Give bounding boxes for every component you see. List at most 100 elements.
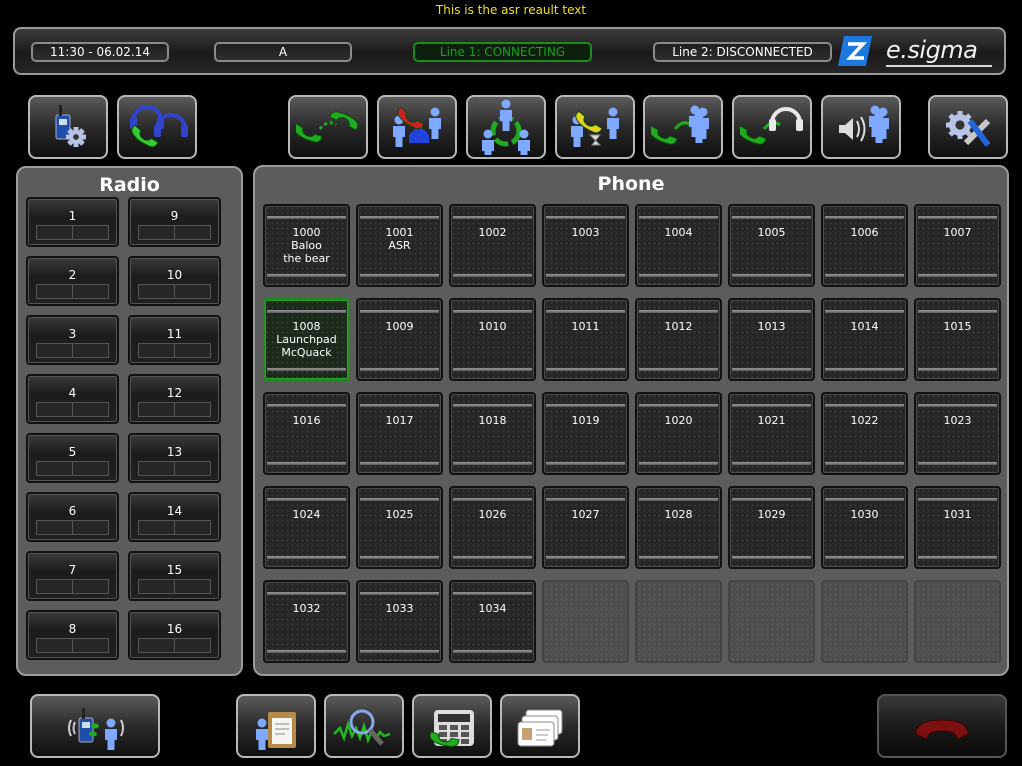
phone-contact-button[interactable]: 1015 xyxy=(914,298,1001,381)
radio-channel-button[interactable]: 15 xyxy=(128,551,221,601)
asr-result-text: This is the asr reault text xyxy=(435,3,587,17)
phone-contact-button[interactable]: 1007 xyxy=(914,204,1001,287)
radio-channel-button[interactable]: 4 xyxy=(26,374,119,424)
phone-empty-slot xyxy=(914,580,1001,663)
phone-contact-button[interactable]: 1020 xyxy=(635,392,722,475)
phone-contact-button[interactable]: 1026 xyxy=(449,486,536,569)
radio-channel-indicator xyxy=(72,284,109,299)
settings-tools-button[interactable] xyxy=(928,95,1008,159)
phone-contact-button[interactable]: 1028 xyxy=(635,486,722,569)
radio-channel-indicator xyxy=(36,579,73,594)
radio-channel-button[interactable]: 6 xyxy=(26,492,119,542)
phone-contact-button[interactable]: 1012 xyxy=(635,298,722,381)
line-a-status[interactable]: A xyxy=(214,42,352,62)
radio-to-person-button[interactable] xyxy=(30,694,160,758)
phone-contact-label: 1027 xyxy=(571,508,600,521)
contact-cards-button[interactable] xyxy=(500,694,580,758)
headset-transfer-icon xyxy=(740,107,803,145)
phone-contact-button[interactable]: 1023 xyxy=(914,392,1001,475)
phone-contact-button[interactable]: 1008 Launchpad McQuack xyxy=(263,298,350,381)
line1-status[interactable]: Line 1: CONNECTING xyxy=(413,42,592,62)
phone-contact-button[interactable]: 1011 xyxy=(542,298,629,381)
phone-contact-button[interactable]: 1013 xyxy=(728,298,815,381)
phone-contact-button[interactable]: 1029 xyxy=(728,486,815,569)
phone-contact-label: 1015 xyxy=(943,320,972,333)
radio-channel-indicator xyxy=(36,225,73,240)
phone-contact-button[interactable]: 1016 xyxy=(263,392,350,475)
phone-contact-button[interactable]: 1017 xyxy=(356,392,443,475)
radio-channel-button[interactable]: 12 xyxy=(128,374,221,424)
headset-call-button[interactable] xyxy=(117,95,197,159)
radio-settings-button[interactable] xyxy=(28,95,108,159)
phone-contact-button[interactable]: 1025 xyxy=(356,486,443,569)
phone-contact-button[interactable]: 1009 xyxy=(356,298,443,381)
datetime-display: 11:30 - 06.02.14 xyxy=(31,42,169,62)
phone-contact-button[interactable]: 1022 xyxy=(821,392,908,475)
radio-channel-indicator xyxy=(36,461,73,476)
broadcast-speaker-button[interactable] xyxy=(821,95,901,159)
radio-channel-label: 5 xyxy=(68,445,77,459)
broadcast-speaker-icon xyxy=(839,105,889,143)
phone-contact-button[interactable]: 1005 xyxy=(728,204,815,287)
police-alert-call-button[interactable] xyxy=(377,95,457,159)
radio-channel-indicator xyxy=(36,284,73,299)
headset-transfer-button[interactable] xyxy=(732,95,812,159)
phone-contact-button[interactable]: 1027 xyxy=(542,486,629,569)
phone-contact-button[interactable]: 1003 xyxy=(542,204,629,287)
phone-contact-label: 1025 xyxy=(385,508,414,521)
phone-contact-label: 1006 xyxy=(850,226,879,239)
hold-wait-button[interactable] xyxy=(555,95,635,159)
phone-contact-label: 1000 Baloo the bear xyxy=(283,226,330,265)
phone-contact-button[interactable]: 1021 xyxy=(728,392,815,475)
phone-contact-button[interactable]: 1019 xyxy=(542,392,629,475)
phone-contact-button[interactable]: 1031 xyxy=(914,486,1001,569)
radio-channel-button[interactable]: 10 xyxy=(128,256,221,306)
esigma-logo-icon xyxy=(838,36,872,66)
phone-contact-label: 1002 xyxy=(478,226,507,239)
phone-contact-button[interactable]: 1034 xyxy=(449,580,536,663)
phone-contact-button[interactable]: 1010 xyxy=(449,298,536,381)
phone-contact-button[interactable]: 1018 xyxy=(449,392,536,475)
phone-contact-button[interactable]: 1024 xyxy=(263,486,350,569)
radio-channel-button[interactable]: 14 xyxy=(128,492,221,542)
radio-channel-button[interactable]: 3 xyxy=(26,315,119,365)
phone-contact-button[interactable]: 1030 xyxy=(821,486,908,569)
phone-contact-label: 1023 xyxy=(943,414,972,427)
clipboard-person-button[interactable] xyxy=(236,694,316,758)
radio-channel-button[interactable]: 8 xyxy=(26,610,119,660)
phone-contact-button[interactable]: 1000 Baloo the bear xyxy=(263,204,350,287)
radio-channel-button[interactable]: 11 xyxy=(128,315,221,365)
audio-search-button[interactable] xyxy=(324,694,404,758)
headset-call-icon xyxy=(130,105,188,148)
phone-contact-button[interactable]: 1001 ASR xyxy=(356,204,443,287)
call-button[interactable] xyxy=(288,95,368,159)
radio-channel-label: 7 xyxy=(68,563,77,577)
radio-channel-button[interactable]: 9 xyxy=(128,197,221,247)
radio-channel-button[interactable]: 5 xyxy=(26,433,119,483)
radio-channel-button[interactable]: 16 xyxy=(128,610,221,660)
phone-contact-button[interactable]: 1033 xyxy=(356,580,443,663)
phone-contact-button[interactable]: 1006 xyxy=(821,204,908,287)
radio-channel-indicator xyxy=(174,520,211,535)
radio-channel-indicator xyxy=(72,225,109,240)
phone-contact-button[interactable]: 1004 xyxy=(635,204,722,287)
radio-channel-button[interactable]: 2 xyxy=(26,256,119,306)
radio-channel-button[interactable]: 13 xyxy=(128,433,221,483)
phone-keypad-button[interactable] xyxy=(412,694,492,758)
conference-ring-button[interactable] xyxy=(466,95,546,159)
radio-channel-button[interactable]: 7 xyxy=(26,551,119,601)
phone-contact-label: 1009 xyxy=(385,320,414,333)
phone-contact-label: 1016 xyxy=(292,414,321,427)
phone-contact-button[interactable]: 1014 xyxy=(821,298,908,381)
phone-contact-label: 1011 xyxy=(571,320,600,333)
phone-contact-label: 1014 xyxy=(850,320,879,333)
radio-channel-label: 3 xyxy=(68,327,77,341)
group-call-button[interactable] xyxy=(643,95,723,159)
radio-channel-button[interactable]: 1 xyxy=(26,197,119,247)
hangup-button[interactable] xyxy=(877,694,1007,758)
phone-contact-button[interactable]: 1032 xyxy=(263,580,350,663)
radio-channel-label: 15 xyxy=(166,563,183,577)
phone-contact-button[interactable]: 1002 xyxy=(449,204,536,287)
phone-contact-label: 1031 xyxy=(943,508,972,521)
line2-status[interactable]: Line 2: DISCONNECTED xyxy=(653,42,832,62)
